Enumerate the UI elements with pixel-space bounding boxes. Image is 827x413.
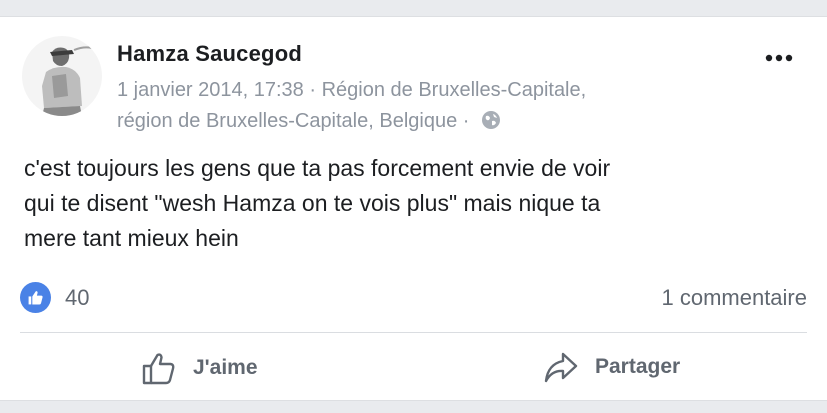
post-location-2: région de Bruxelles-Capitale, Belgique bbox=[117, 110, 458, 132]
like-button-label: J'aime bbox=[193, 356, 258, 379]
comment-count-link[interactable]: 1 commentaire bbox=[661, 285, 807, 311]
share-button-label: Partager bbox=[595, 355, 681, 378]
meta-separator: · bbox=[303, 79, 322, 101]
meta-line-2: région de Bruxelles-Capitale, Belgique · bbox=[117, 106, 586, 140]
post-location[interactable]: Région de Bruxelles-Capitale, bbox=[322, 79, 587, 101]
post-text-line: qui te disent "wesh Hamza on te vois plu… bbox=[24, 190, 601, 216]
divider bbox=[20, 332, 807, 333]
like-count: 40 bbox=[65, 284, 90, 310]
post-text: c'est toujours les gens que ta pas force… bbox=[24, 151, 814, 256]
avatar[interactable] bbox=[22, 36, 102, 116]
post-text-line: mere tant mieux hein bbox=[24, 225, 239, 251]
like-button[interactable]: J'aime bbox=[141, 350, 258, 386]
post-meta: 1 janvier 2014, 17:38 · Région de Bruxel… bbox=[117, 75, 586, 140]
reactions-summary[interactable]: 40 bbox=[20, 282, 89, 313]
post-text-line: c'est toujours les gens que ta pas force… bbox=[24, 155, 611, 181]
share-arrow-icon bbox=[544, 352, 578, 383]
like-reaction-icon bbox=[20, 282, 51, 313]
share-button[interactable]: Partager bbox=[543, 350, 680, 384]
avatar-photo bbox=[22, 36, 102, 116]
more-options-icon[interactable] bbox=[765, 50, 793, 66]
post-card: Hamza Saucegod 1 janvier 2014, 17:38 · R… bbox=[0, 16, 827, 401]
globe-icon[interactable] bbox=[481, 109, 501, 140]
post-timestamp[interactable]: 1 janvier 2014, 17:38 bbox=[117, 79, 304, 101]
meta-separator-2: · bbox=[457, 110, 475, 132]
meta-line-1: 1 janvier 2014, 17:38 · Région de Bruxel… bbox=[117, 75, 586, 106]
thumbs-up-icon bbox=[142, 353, 175, 385]
post-author[interactable]: Hamza Saucegod bbox=[117, 41, 302, 67]
